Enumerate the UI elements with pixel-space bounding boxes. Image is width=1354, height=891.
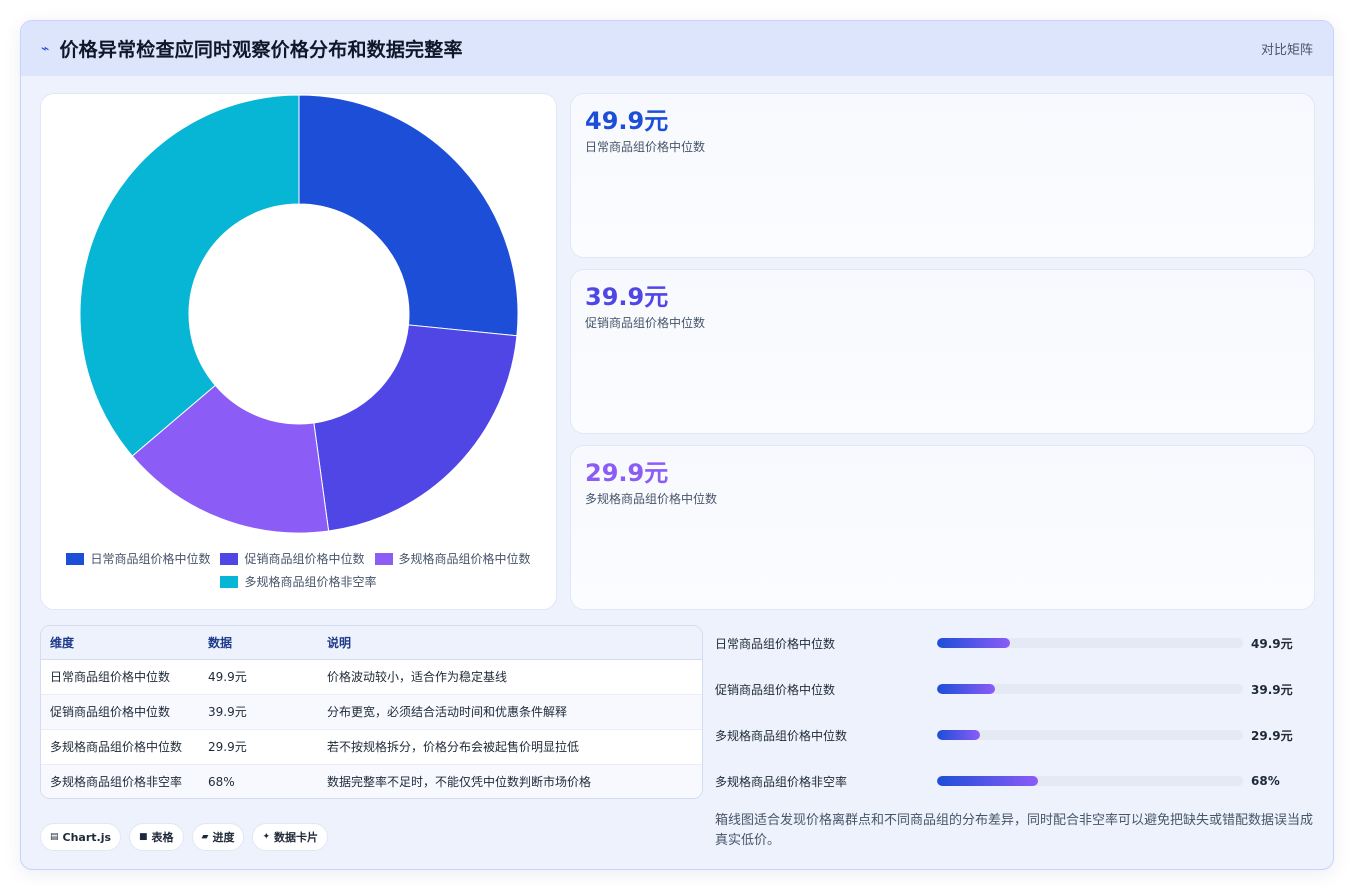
table-cell: 39.9元 xyxy=(199,694,318,730)
table-cell: 29.9元 xyxy=(199,729,318,765)
table-cell: 若不按规格拆分，价格分布会被起售价明显拉低 xyxy=(318,729,702,765)
progress-value: 29.9元 xyxy=(1251,728,1293,743)
analysis-note: 箱线图适合发现价格离群点和不同商品组的分布差异，同时配合非空率可以避免把缺失或错… xyxy=(715,813,1314,848)
table-cell: 分布更宽，必须结合活动时间和优惠条件解释 xyxy=(318,694,702,730)
column-header-data: 数据 xyxy=(199,626,318,660)
legend-item[interactable]: 日常商品组价格中位数 xyxy=(66,550,210,567)
progress-icon: ▰ xyxy=(201,832,209,842)
progress-track xyxy=(937,730,1243,740)
comparison-table: 维度 数据 说明 日常商品组价格中位数 49.9元 价格波动较小，适合作为稳定基… xyxy=(40,625,703,799)
stat-card-multispec: 29.9元 多规格商品组价格中位数 xyxy=(570,445,1315,610)
chart-legend: 日常商品组价格中位数 促销商品组价格中位数 多规格商品组价格中位数多规格商品组价格非… xyxy=(41,550,556,590)
legend-swatch xyxy=(66,552,85,565)
legend-label: 促销商品组价格中位数 xyxy=(244,552,365,566)
progress-row: 多规格商品组价格中位数 29.9元 xyxy=(715,725,1315,745)
legend-item[interactable]: 促销商品组价格中位数 xyxy=(220,550,365,567)
legend-item[interactable]: 多规格商品组价格中位数 xyxy=(374,550,531,567)
progress-fill xyxy=(937,730,980,740)
column-header-description: 说明 xyxy=(318,626,702,660)
donut-chart-card: 日常商品组价格中位数 促销商品组价格中位数 多规格商品组价格中位数多规格商品组价格非… xyxy=(40,93,557,610)
legend-swatch xyxy=(374,552,393,565)
chip-table[interactable]: ■ 表格 xyxy=(129,823,184,851)
table-cell: 68% xyxy=(199,764,318,798)
card-icon: ✦ xyxy=(262,832,271,842)
table-cell: 49.9元 xyxy=(199,659,318,695)
progress-label: 日常商品组价格中位数 xyxy=(715,636,836,651)
page-title: 价格异常检查应同时观察价格分布和数据完整率 xyxy=(59,39,463,61)
progress-row: 促销商品组价格中位数 39.9元 xyxy=(715,679,1315,699)
chip-label: 表格 xyxy=(151,831,174,844)
progress-row: 日常商品组价格中位数 49.9元 xyxy=(715,633,1315,653)
donut-slice[interactable] xyxy=(313,324,518,532)
progress-row: 多规格商品组价格非空率 68% xyxy=(715,771,1315,791)
table-cell: 数据完整率不足时，不能仅凭中位数判断市场价格 xyxy=(318,764,702,798)
legend-item[interactable]: 多规格商品组价格非空率 xyxy=(220,573,377,590)
table-cell: 促销商品组价格中位数 xyxy=(41,694,199,730)
progress-value: 68% xyxy=(1251,774,1280,788)
tech-chips: ▤ Chart.js ■ 表格 ▰ 进度 ✦ 数据卡片 xyxy=(40,823,329,851)
stat-value: 29.9元 xyxy=(585,459,669,487)
progress-label: 促销商品组价格中位数 xyxy=(715,682,836,697)
table-cell: 价格波动较小，适合作为稳定基线 xyxy=(318,659,702,695)
donut-chart xyxy=(79,94,519,534)
table-row: 多规格商品组价格非空率 68% 数据完整率不足时，不能仅凭中位数判断市场价格 xyxy=(41,764,702,798)
chip-label: 数据卡片 xyxy=(274,831,319,844)
table-cell: 多规格商品组价格中位数 xyxy=(41,729,199,765)
table-row: 多规格商品组价格中位数 29.9元 若不按规格拆分，价格分布会被起售价明显拉低 xyxy=(41,729,702,765)
panel-header: ⌁ 价格异常检查应同时观察价格分布和数据完整率 对比矩阵 xyxy=(21,21,1333,76)
progress-value: 39.9元 xyxy=(1251,682,1293,697)
stat-value: 49.9元 xyxy=(585,107,669,135)
donut-slice[interactable] xyxy=(298,94,519,337)
progress-value: 49.9元 xyxy=(1251,636,1293,651)
progress-track xyxy=(937,684,1243,694)
table-row: 促销商品组价格中位数 39.9元 分布更宽，必须结合活动时间和优惠条件解释 xyxy=(41,694,702,730)
legend-label: 多规格商品组价格非空率 xyxy=(244,575,377,589)
view-mode-label[interactable]: 对比矩阵 xyxy=(1261,39,1313,58)
column-header-dimension: 维度 xyxy=(41,626,199,660)
donut-slice[interactable] xyxy=(79,94,300,457)
chart-line-icon: ⌁ xyxy=(41,40,50,57)
progress-fill xyxy=(937,638,1011,648)
stat-label: 日常商品组价格中位数 xyxy=(585,140,706,154)
stat-card-daily: 49.9元 日常商品组价格中位数 xyxy=(570,93,1315,258)
progress-label: 多规格商品组价格中位数 xyxy=(715,728,848,743)
table-header-row: 维度 数据 说明 xyxy=(41,626,702,660)
legend-label: 日常商品组价格中位数 xyxy=(90,552,211,566)
legend-swatch xyxy=(220,575,239,588)
progress-fill xyxy=(937,776,1038,786)
chip-chartjs[interactable]: ▤ Chart.js xyxy=(40,823,122,851)
stat-value: 39.9元 xyxy=(585,283,669,311)
dashboard-panel: ⌁ 价格异常检查应同时观察价格分布和数据完整率 对比矩阵 日常商品组价格中位数促… xyxy=(20,20,1334,870)
progress-fill xyxy=(937,684,996,694)
progress-label: 多规格商品组价格非空率 xyxy=(715,774,848,789)
table-cell: 多规格商品组价格非空率 xyxy=(41,764,199,798)
table-icon: ■ xyxy=(139,832,148,842)
table-cell: 日常商品组价格中位数 xyxy=(41,659,199,695)
chip-label: Chart.js xyxy=(62,830,112,844)
chip-data-card[interactable]: ✦ 数据卡片 xyxy=(252,823,329,851)
legend-label: 多规格商品组价格中位数 xyxy=(398,552,531,566)
chip-label: 进度 xyxy=(212,831,235,844)
stat-label: 多规格商品组价格中位数 xyxy=(585,492,718,506)
chip-progress[interactable]: ▰ 进度 xyxy=(191,823,245,851)
progress-track xyxy=(937,776,1243,786)
legend-swatch xyxy=(220,552,239,565)
stat-card-promo: 39.9元 促销商品组价格中位数 xyxy=(570,269,1315,434)
progress-track xyxy=(937,638,1243,648)
stat-label: 促销商品组价格中位数 xyxy=(585,316,706,330)
table-row: 日常商品组价格中位数 49.9元 价格波动较小，适合作为稳定基线 xyxy=(41,659,702,695)
chart-icon: ▤ xyxy=(50,832,59,842)
